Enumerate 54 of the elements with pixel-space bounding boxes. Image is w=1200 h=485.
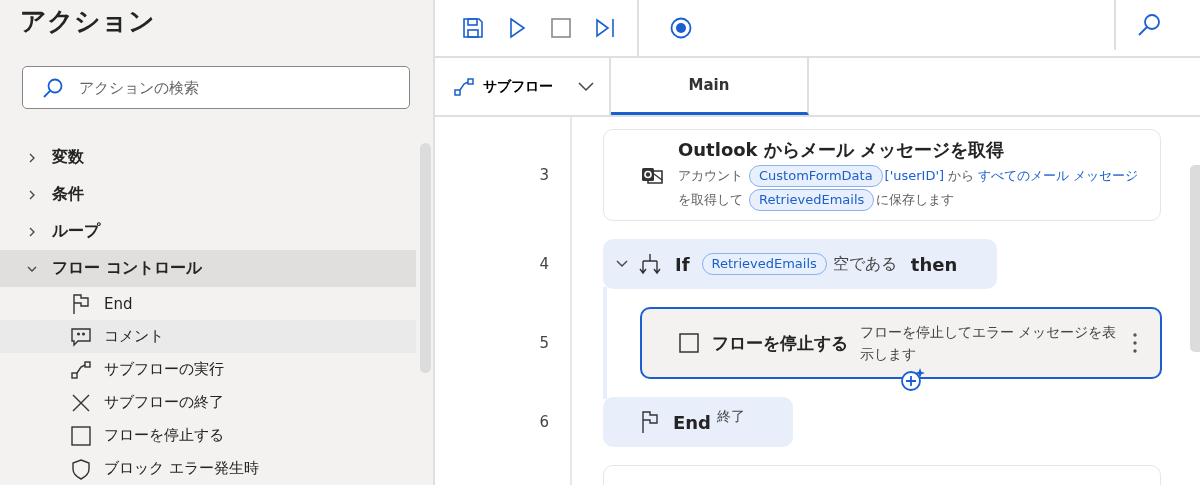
action-description: フローを停止してエラー メッセージを表示します [860,323,1118,364]
line-number: 5 [538,334,550,352]
description-text: アカウント [678,168,743,183]
keyword: If [675,253,690,275]
save-icon[interactable] [461,16,485,40]
flag-icon [70,292,92,315]
subflow-icon [453,75,475,98]
subflow-dropdown[interactable]: サブフロー [435,58,611,115]
search-field[interactable]: アクションの検索 [22,66,410,109]
tree-item[interactable]: サブフローの実行 [0,353,416,386]
comment-icon [70,325,92,348]
tree-item[interactable]: End [0,287,416,320]
variable-chip[interactable]: RetrievedEmails [749,189,875,211]
more-icon[interactable] [1132,332,1138,354]
tree-item[interactable]: サブフローの終了 [0,386,416,419]
panel-title: アクション [19,5,156,38]
step-icon[interactable] [593,16,617,40]
tree-item[interactable]: コメント [0,320,416,353]
subflow-icon [70,358,92,381]
scrollbar[interactable] [1190,165,1200,352]
chevron-icon [577,80,595,93]
add-action-icon[interactable] [900,367,926,393]
variable-chip[interactable]: CustomFormData [749,165,883,187]
square-icon [70,424,92,447]
if-block[interactable]: If RetrievedEmails 空である then [603,239,998,289]
tree-group[interactable]: ループ [0,213,416,250]
flag-icon [639,410,661,434]
parameter-link[interactable]: ['userID'] [884,168,945,183]
tree-group[interactable]: 変数 [0,139,416,176]
description-text: から [948,168,975,183]
parameter-link[interactable]: すべてのメール メッセージ [978,168,1139,183]
line-number: 4 [538,255,550,273]
variable-chip[interactable]: RetrievedEmails [701,253,827,275]
description-text: に保存します [876,192,955,207]
record-icon[interactable] [669,16,693,40]
search-icon[interactable] [1136,12,1162,38]
square-icon [678,332,700,354]
description-text: を取得して [678,192,743,207]
condition-text: 空である [832,253,897,275]
end-note: 終了 [717,408,745,426]
end-block[interactable]: End 終了 [603,397,793,447]
branch-icon [639,253,661,275]
action-card[interactable]: Outlook からメール メッセージを取得 アカウント CustomFormData ['userID'] から すべてのメール メッセージ を取得して RetrievedEmails に保存します [603,129,1161,221]
end-keyword: End [673,411,711,433]
line-number: 3 [538,166,550,184]
tree-item[interactable]: ブロック エラー発生時 [0,452,416,485]
action-title: フローを停止する [712,331,848,355]
tree-group[interactable]: フロー コントロール [0,250,416,287]
line-number: 6 [538,413,550,431]
tree-item[interactable]: フローを停止する [0,419,416,452]
keyword: then [910,253,958,275]
tree-group[interactable]: 条件 [0,176,416,213]
shield-icon [70,457,92,480]
action-title: Outlook からメール メッセージを取得 [678,138,1006,162]
